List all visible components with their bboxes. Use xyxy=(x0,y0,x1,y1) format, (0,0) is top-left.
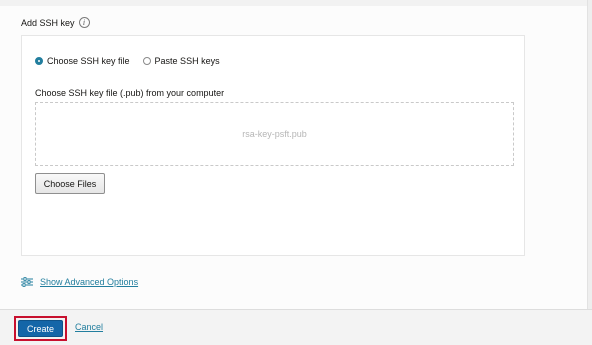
cancel-link[interactable]: Cancel xyxy=(75,322,103,332)
radio-checked-icon[interactable] xyxy=(35,57,43,65)
scrollbar[interactable] xyxy=(587,0,592,309)
key-source-radio-group: Choose SSH key file Paste SSH keys xyxy=(35,56,233,66)
choose-files-button[interactable]: Choose Files xyxy=(35,173,105,194)
radio-choose-key-file[interactable]: Choose SSH key file xyxy=(35,56,130,66)
show-advanced-options-link[interactable]: Show Advanced Options xyxy=(40,277,138,287)
advanced-options-toggle[interactable]: Show Advanced Options xyxy=(21,277,138,287)
top-strip xyxy=(0,0,592,6)
info-icon[interactable]: i xyxy=(78,17,90,28)
radio-paste-keys[interactable]: Paste SSH keys xyxy=(142,56,220,66)
section-header: Add SSH key i xyxy=(21,17,90,28)
selected-file-name: rsa-key-psft.pub xyxy=(242,129,307,139)
ssh-key-panel: Choose SSH key file Paste SSH keys Choos… xyxy=(21,35,525,256)
file-dropzone[interactable]: rsa-key-psft.pub xyxy=(35,102,514,166)
radio-label: Paste SSH keys xyxy=(154,56,220,66)
section-title: Add SSH key xyxy=(21,17,75,28)
sliders-icon xyxy=(21,277,33,287)
create-button[interactable]: Create xyxy=(18,320,63,337)
radio-label: Choose SSH key file xyxy=(47,56,130,66)
file-field-label: Choose SSH key file (.pub) from your com… xyxy=(35,88,225,98)
radio-unchecked-icon[interactable] xyxy=(142,57,151,65)
create-highlight-box: Create xyxy=(14,316,67,341)
footer-bar: Create Cancel xyxy=(0,309,592,345)
